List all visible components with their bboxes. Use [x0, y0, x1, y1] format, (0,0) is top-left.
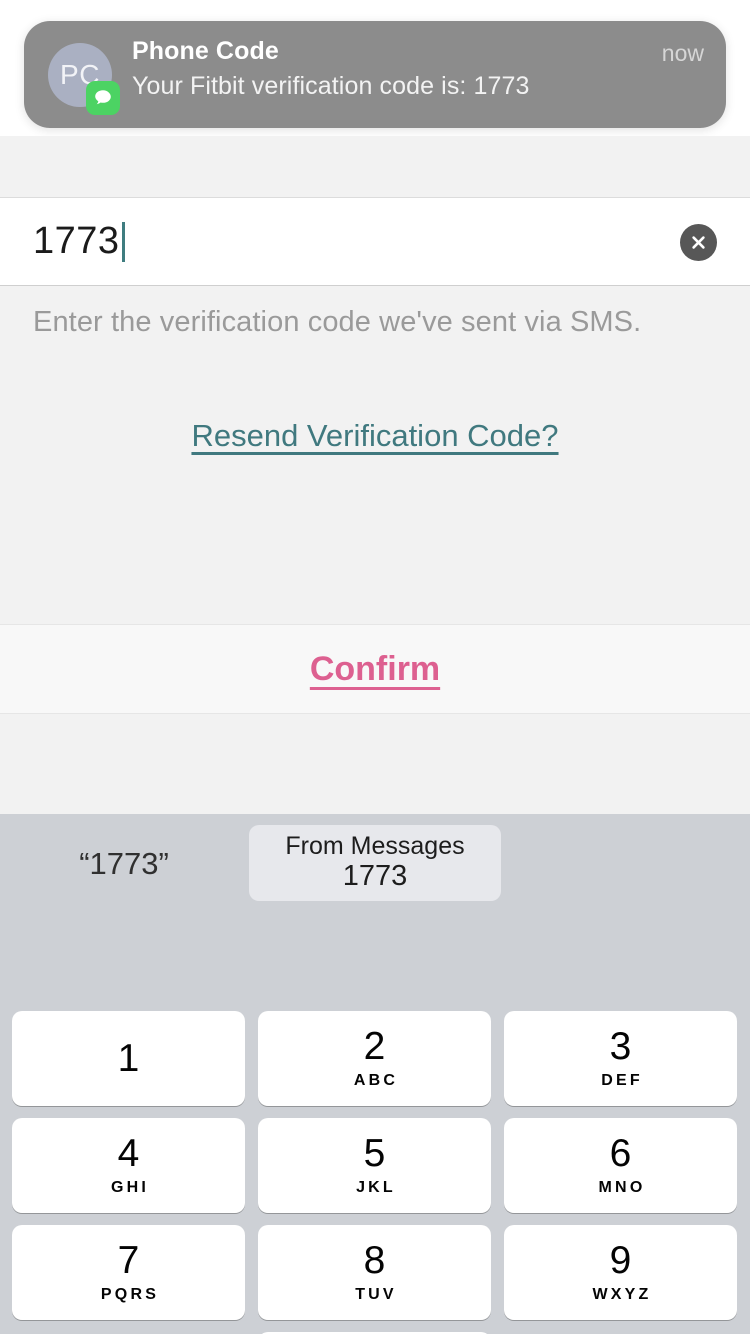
key-digit: 7 — [117, 1239, 140, 1282]
key-5[interactable]: 5 JKL — [258, 1118, 491, 1213]
suggestion-value: 1773 — [342, 860, 408, 893]
phone-screen: PC Phone Code Your Fitbit verification c… — [0, 0, 750, 1334]
notification-zone: PC Phone Code Your Fitbit verification c… — [0, 0, 750, 136]
content-filler — [0, 714, 750, 814]
predictive-suggestion-chip[interactable]: From Messages 1773 — [249, 825, 501, 901]
key-7[interactable]: 7 PQRS — [12, 1225, 245, 1320]
banner-gap — [0, 136, 750, 198]
resend-verification-code-link[interactable]: Resend Verification Code? — [0, 418, 750, 454]
verification-code-field[interactable]: 1773 — [0, 198, 750, 286]
helper-zone: Enter the verification code we've sent v… — [0, 286, 750, 624]
predictive-text-bar: “1773” From Messages 1773 — [0, 814, 750, 912]
key-letters: WXYZ — [592, 1286, 652, 1303]
key-digit: 8 — [363, 1239, 386, 1282]
suggestion-source-label: From Messages — [285, 831, 465, 860]
key-8[interactable]: 8 TUV — [258, 1225, 491, 1320]
code-input-value: 1773 — [33, 220, 120, 262]
key-digit: 4 — [117, 1132, 140, 1175]
key-letters: DEF — [601, 1072, 643, 1089]
key-3[interactable]: 3 DEF — [504, 1011, 737, 1106]
key-9[interactable]: 9 WXYZ — [504, 1225, 737, 1320]
notification-title: Phone Code — [132, 37, 279, 65]
key-digit: 1 — [117, 1037, 140, 1080]
notification-time: now — [661, 40, 704, 66]
notification-banner[interactable]: PC Phone Code Your Fitbit verification c… — [24, 21, 726, 128]
code-input-text[interactable]: 1773 — [33, 220, 125, 263]
key-6[interactable]: 6 MNO — [504, 1118, 737, 1213]
numeric-keyboard: “1773” From Messages 1773 1 2 ABC 3 DEF … — [0, 814, 750, 1334]
key-digit: 6 — [609, 1132, 632, 1175]
key-letters: MNO — [598, 1179, 646, 1196]
key-digit: 9 — [609, 1239, 632, 1282]
notification-body: Your Fitbit verification code is: 1773 — [132, 72, 530, 100]
key-digit: 5 — [363, 1132, 386, 1175]
key-2[interactable]: 2 ABC — [258, 1011, 491, 1106]
predictive-typed-word[interactable]: “1773” — [0, 846, 248, 882]
key-letters: PQRS — [100, 1286, 160, 1303]
text-caret — [121, 221, 125, 262]
confirm-button[interactable]: Confirm — [310, 650, 440, 689]
confirm-zone: Confirm — [0, 624, 750, 714]
key-1[interactable]: 1 — [12, 1011, 245, 1106]
close-circle-icon[interactable] — [680, 224, 717, 261]
key-letters: TUV — [355, 1286, 397, 1303]
key-digit: 2 — [363, 1025, 386, 1068]
key-letters: ABC — [353, 1072, 399, 1089]
keypad: 1 2 ABC 3 DEF 4 GHI 5 JKL 6 MNO 7 PQRS 8… — [0, 912, 750, 1334]
key-4[interactable]: 4 GHI — [12, 1118, 245, 1213]
key-digit: 3 — [609, 1025, 632, 1068]
key-letters: GHI — [110, 1179, 150, 1196]
messages-icon — [86, 81, 120, 115]
key-letters: JKL — [356, 1179, 396, 1196]
helper-text: Enter the verification code we've sent v… — [33, 306, 642, 338]
